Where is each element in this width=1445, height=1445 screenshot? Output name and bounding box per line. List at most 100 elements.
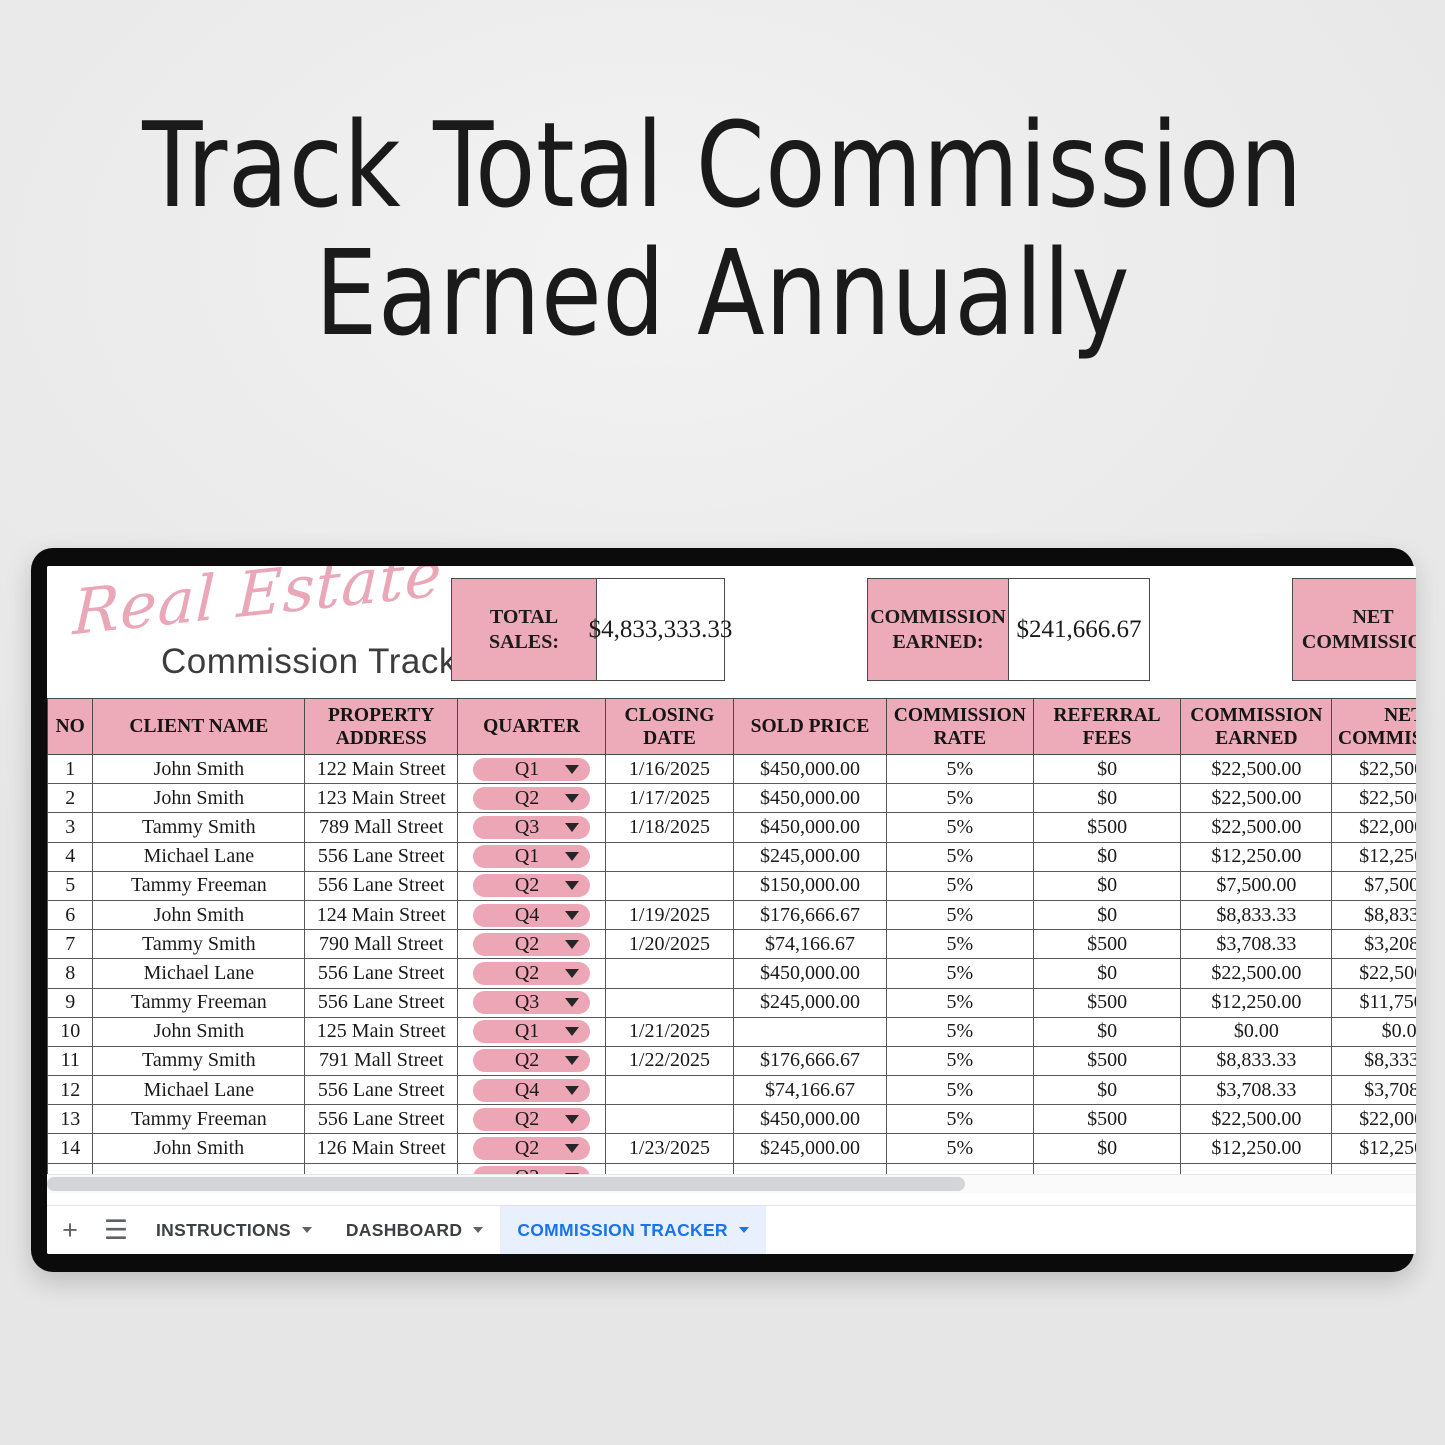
cell-referral[interactable]: $500 [1032,812,1182,843]
cell-closing[interactable] [604,958,735,989]
cell-client[interactable]: John Smith [92,1133,306,1164]
col-header-referral[interactable]: REFERRAL FEES [1032,698,1182,755]
cell-closing[interactable]: 1/19/2025 [604,899,735,931]
cell-address[interactable]: 556 Lane Street [304,841,459,872]
chevron-down-icon[interactable] [565,1085,580,1095]
cell-net[interactable]: $8,333.33 [1331,1045,1416,1077]
cell-earned[interactable]: $22,500.00 [1180,958,1333,989]
quarter-dropdown[interactable]: Q4 [473,903,591,927]
cell-rate[interactable]: 5% [885,1045,1034,1077]
cell-price[interactable]: $176,666.67 [733,899,887,931]
cell-quarter[interactable]: Q2 [457,1133,606,1164]
cell-net[interactable]: $22,500.00 [1331,753,1416,785]
add-sheet-icon[interactable]: + [47,1206,93,1254]
cell-address[interactable]: 556 Lane Street [304,870,459,901]
cell-closing[interactable]: 1/18/2025 [604,812,735,843]
cell-price[interactable]: $450,000.00 [733,958,887,989]
quarter-dropdown[interactable]: Q2 [473,1049,591,1073]
col-header-no[interactable]: NO [47,698,94,755]
cell-net[interactable]: $7,500.00 [1331,870,1416,901]
cell-rate[interactable]: 5% [885,1104,1034,1135]
cell-net[interactable]: $3,708.33 [1331,1075,1416,1106]
cell-quarter[interactable]: Q3 [457,812,606,843]
quarter-dropdown[interactable]: Q2 [473,786,591,810]
chevron-down-icon[interactable] [565,910,580,920]
cell-quarter[interactable]: Q1 [457,1016,606,1047]
col-header-net[interactable]: NET COMMISSION [1331,698,1416,755]
cell-price[interactable]: $150,000.00 [733,870,887,901]
cell-quarter[interactable]: Q2 [457,958,606,989]
cell-rate[interactable]: 5% [885,841,1034,872]
cell-quarter[interactable]: Q2 [457,783,606,814]
chevron-down-icon[interactable] [301,1227,312,1233]
cell-rate[interactable]: 5% [885,1016,1034,1047]
chevron-down-icon[interactable] [565,1144,580,1154]
cell-quarter[interactable]: Q1 [457,841,606,872]
col-header-price[interactable]: SOLD PRICE [733,698,887,755]
col-header-quarter[interactable]: QUARTER [457,698,606,755]
cell-earned[interactable]: $12,250.00 [1180,841,1333,872]
quarter-dropdown[interactable]: Q4 [473,1078,591,1102]
cell-net[interactable]: $12,250.00 [1331,1133,1416,1164]
cell-referral[interactable]: $0 [1032,1016,1182,1047]
cell-price[interactable]: $245,000.00 [733,1133,887,1164]
kpi-total-sales-value[interactable]: $4,833,333.33 [589,579,732,680]
cell-client[interactable]: Tammy Smith [92,929,306,960]
cell-address[interactable]: 790 Mall Street [304,929,459,960]
cell-client[interactable]: Tammy Freeman [92,1104,306,1135]
cell-price[interactable]: $74,166.67 [733,929,887,960]
cell-price[interactable] [733,1016,887,1047]
cell-referral[interactable]: $0 [1032,753,1182,785]
cell-earned[interactable]: $8,833.33 [1180,1045,1333,1077]
chevron-down-icon[interactable] [565,793,580,803]
cell-no[interactable]: 9 [47,987,94,1018]
cell-closing[interactable]: 1/21/2025 [604,1016,735,1047]
cell-price[interactable]: $176,666.67 [733,1045,887,1077]
cell-no[interactable]: 1 [47,753,94,785]
chevron-down-icon[interactable] [565,939,580,949]
cell-client[interactable]: John Smith [92,783,306,814]
cell-quarter[interactable]: Q2 [457,1045,606,1077]
sheet-tab-dashboard[interactable]: DASHBOARD [329,1206,500,1254]
cell-rate[interactable]: 5% [885,783,1034,814]
cell-rate[interactable]: 5% [885,1075,1034,1106]
cell-earned[interactable]: $3,708.33 [1180,929,1333,960]
cell-earned[interactable]: $7,500.00 [1180,870,1333,901]
horizontal-scrollbar-thumb[interactable] [47,1176,965,1191]
cell-quarter[interactable]: Q3 [457,987,606,1018]
chevron-down-icon[interactable] [565,881,580,891]
quarter-dropdown[interactable]: Q3 [473,991,591,1015]
cell-earned[interactable]: $22,500.00 [1180,1104,1333,1135]
cell-closing[interactable] [604,870,735,901]
cell-net[interactable]: $8,833.33 [1331,899,1416,931]
cell-address[interactable]: 556 Lane Street [304,1104,459,1135]
cell-closing[interactable] [604,1075,735,1106]
quarter-dropdown[interactable]: Q2 [473,961,591,985]
cell-client[interactable]: Michael Lane [92,958,306,989]
cell-referral[interactable]: $0 [1032,870,1182,901]
col-header-address[interactable]: PROPERTY ADDRESS [304,698,459,755]
cell-no[interactable]: 6 [47,899,94,931]
cell-referral[interactable]: $500 [1032,987,1182,1018]
cell-closing[interactable] [604,987,735,1018]
cell-rate[interactable]: 5% [885,812,1034,843]
cell-address[interactable]: 556 Lane Street [304,1075,459,1106]
cell-client[interactable]: Tammy Freeman [92,987,306,1018]
cell-referral[interactable]: $0 [1032,899,1182,931]
cell-referral[interactable]: $0 [1032,783,1182,814]
cell-price[interactable]: $245,000.00 [733,987,887,1018]
cell-referral[interactable]: $500 [1032,929,1182,960]
quarter-dropdown[interactable]: Q2 [473,1137,591,1161]
cell-closing[interactable] [604,1104,735,1135]
cell-referral[interactable]: $500 [1032,1045,1182,1077]
cell-closing[interactable]: 1/23/2025 [604,1133,735,1164]
cell-client[interactable]: Michael Lane [92,841,306,872]
cell-earned[interactable]: $22,500.00 [1180,753,1333,785]
cell-no[interactable]: 14 [47,1133,94,1164]
cell-address[interactable]: 126 Main Street [304,1133,459,1164]
quarter-dropdown[interactable]: Q2 [473,1107,591,1131]
cell-price[interactable]: $450,000.00 [733,783,887,814]
cell-address[interactable]: 556 Lane Street [304,987,459,1018]
cell-net[interactable]: $3,208.33 [1331,929,1416,960]
cell-closing[interactable] [604,841,735,872]
